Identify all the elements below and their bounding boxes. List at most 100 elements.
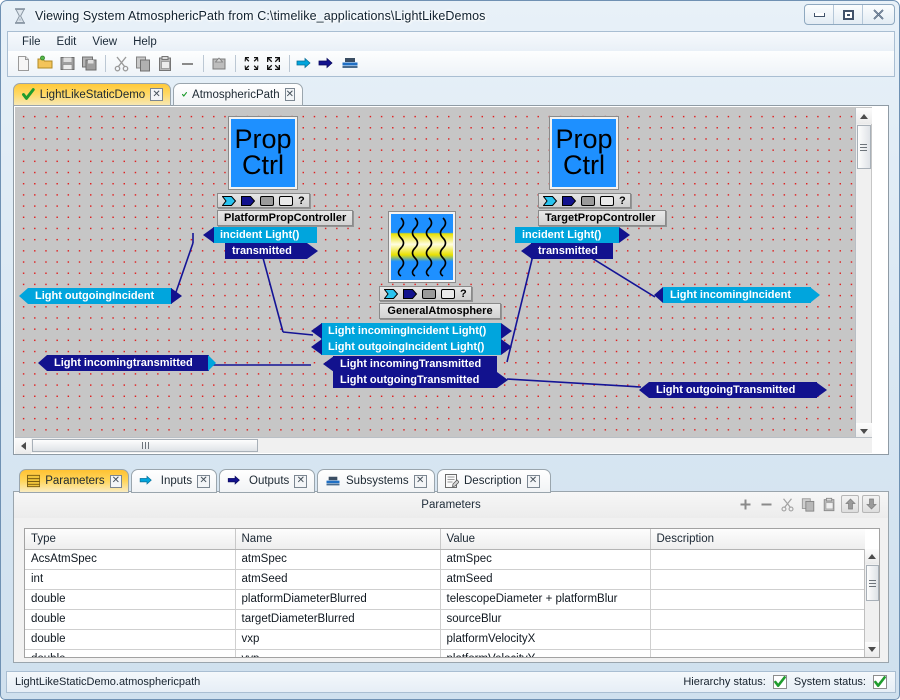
system-port-outgoingtransmitted[interactable]: Light outgoingTransmitted (649, 382, 817, 398)
cell-type[interactable]: int (25, 569, 236, 590)
output-port-chip[interactable] (562, 195, 577, 206)
port-atm-incomingincident[interactable]: Light incomingIncident Light() (321, 323, 501, 339)
save-icon[interactable] (57, 53, 78, 74)
editor-tab-lightlikestaticdemo[interactable]: LightLikeStaticDemo ✕ (13, 83, 171, 106)
cell-name[interactable]: vyp (235, 649, 441, 657)
tab-description[interactable]: Description ✕ (437, 469, 551, 493)
port-atm-outgoingtransmitted[interactable]: Light outgoingTransmitted (333, 372, 497, 388)
block-port-chip-row[interactable]: ? (217, 193, 310, 208)
cell-name[interactable]: targetDiameterBlurred (235, 609, 441, 630)
close-icon[interactable]: ✕ (197, 474, 210, 488)
cut-icon[interactable] (111, 53, 132, 74)
cell-value[interactable]: atmSpec (440, 549, 651, 570)
output-port-icon[interactable] (317, 53, 338, 74)
cell-name[interactable]: atmSeed (235, 569, 441, 590)
question-chip[interactable]: ? (460, 288, 467, 299)
diagram-canvas[interactable]: Prop Ctrl ? PlatformPropController incid… (15, 107, 872, 438)
delete-icon[interactable] (177, 53, 198, 74)
new-icon[interactable] (13, 53, 34, 74)
tab-subsystems[interactable]: Subsystems ✕ (317, 469, 435, 493)
column-header-type[interactable]: Type (25, 529, 236, 550)
paste-icon[interactable] (820, 495, 838, 513)
grid-vertical-scrollbar[interactable] (864, 549, 879, 657)
block-port-chip-row[interactable]: ? (379, 286, 472, 301)
canvas-vertical-scrollbar[interactable] (855, 108, 872, 438)
parameter-chip[interactable] (441, 288, 456, 299)
scroll-up-button[interactable] (855, 108, 872, 124)
tab-outputs[interactable]: Outputs ✕ (219, 469, 315, 493)
cell-type[interactable]: double (25, 629, 236, 650)
cell-description[interactable] (650, 609, 866, 630)
maximize-button[interactable] (834, 5, 863, 24)
table-row[interactable]: double vyp platformVelocityY (25, 649, 866, 657)
subsystem-icon[interactable] (339, 53, 360, 74)
port-target-transmitted[interactable]: transmitted (531, 243, 613, 259)
scroll-left-button[interactable] (15, 437, 31, 454)
close-icon[interactable]: ✕ (150, 88, 163, 101)
block-generalatmosphere[interactable]: ? GeneralAtmosphere (379, 211, 501, 319)
move-down-icon[interactable] (862, 495, 880, 513)
save-all-icon[interactable] (79, 53, 100, 74)
promote-icon[interactable] (209, 53, 230, 74)
input-port-chip[interactable] (222, 195, 237, 206)
remove-icon[interactable] (757, 495, 775, 513)
expand-icon[interactable] (263, 53, 284, 74)
cell-description[interactable] (650, 569, 866, 590)
cell-type[interactable]: double (25, 609, 236, 630)
state-chip[interactable] (581, 195, 596, 206)
canvas-horizontal-scrollbar[interactable] (15, 437, 872, 454)
port-atm-incomingtransmitted[interactable]: Light incomingTransmitted (333, 356, 497, 372)
cell-description[interactable] (650, 549, 866, 570)
cell-name[interactable]: vxp (235, 629, 441, 650)
cell-value[interactable]: platformVelocityY (440, 649, 651, 657)
question-chip[interactable]: ? (298, 195, 305, 206)
menu-help[interactable]: Help (125, 34, 165, 50)
block-port-chip-row[interactable]: ? (538, 193, 631, 208)
state-chip[interactable] (422, 288, 437, 299)
editor-tab-atmosphericpath[interactable]: AtmosphericPath ✕ (173, 83, 303, 106)
close-icon[interactable]: ✕ (284, 88, 295, 101)
input-port-icon[interactable] (295, 53, 316, 74)
close-icon[interactable]: ✕ (413, 474, 427, 488)
cell-type[interactable]: AcsAtmSpec (25, 549, 236, 570)
table-row[interactable]: double targetDiameterBlurred sourceBlur (25, 609, 866, 630)
cell-value[interactable]: platformVelocityX (440, 629, 651, 650)
system-port-outgoingincident[interactable]: Light outgoingIncident (28, 288, 172, 304)
add-icon[interactable] (736, 495, 754, 513)
scroll-down-button[interactable] (864, 642, 879, 657)
question-chip[interactable]: ? (619, 195, 626, 206)
open-folder-icon[interactable] (35, 53, 56, 74)
cell-type[interactable]: double (25, 589, 236, 610)
cell-value[interactable]: atmSeed (440, 569, 651, 590)
cut-icon[interactable] (778, 495, 796, 513)
port-atm-outgoingincident[interactable]: Light outgoingIncident Light() (321, 339, 501, 355)
column-header-description[interactable]: Description (650, 529, 865, 550)
input-port-chip[interactable] (543, 195, 558, 206)
block-targetpropcontroller[interactable]: Prop Ctrl ? TargetPropController (538, 116, 666, 226)
parameter-chip[interactable] (600, 195, 615, 206)
paste-icon[interactable] (155, 53, 176, 74)
close-button[interactable] (863, 5, 894, 24)
port-platform-transmitted[interactable]: transmitted (225, 243, 307, 259)
minimize-button[interactable] (805, 5, 834, 24)
cell-description[interactable] (650, 649, 866, 657)
parameters-grid[interactable]: Type Name Value Description AcsAtmSpec a… (24, 528, 880, 658)
system-port-incomingtransmitted[interactable]: Light incomingtransmitted (47, 355, 209, 371)
table-row[interactable]: double vxp platformVelocityX (25, 629, 866, 650)
cell-description[interactable] (650, 629, 866, 650)
scroll-thumb[interactable] (856, 125, 871, 169)
scroll-up-button[interactable] (864, 549, 879, 564)
cell-value[interactable]: telescopeDiameter + platformBlur (440, 589, 651, 610)
table-row[interactable]: double platformDiameterBlurred telescope… (25, 589, 866, 610)
menu-file[interactable]: File (14, 34, 49, 50)
scroll-thumb[interactable] (865, 565, 879, 601)
cell-description[interactable] (650, 589, 866, 610)
tab-parameters[interactable]: Parameters ✕ (19, 469, 129, 493)
input-port-chip[interactable] (384, 288, 399, 299)
system-port-incomingincident[interactable]: Light incomingIncident (663, 287, 811, 303)
scroll-down-button[interactable] (855, 423, 872, 438)
cell-value[interactable]: sourceBlur (440, 609, 651, 630)
cell-name[interactable]: platformDiameterBlurred (235, 589, 441, 610)
cell-type[interactable]: double (25, 649, 236, 657)
port-platform-incident[interactable]: incident Light() (213, 227, 317, 243)
